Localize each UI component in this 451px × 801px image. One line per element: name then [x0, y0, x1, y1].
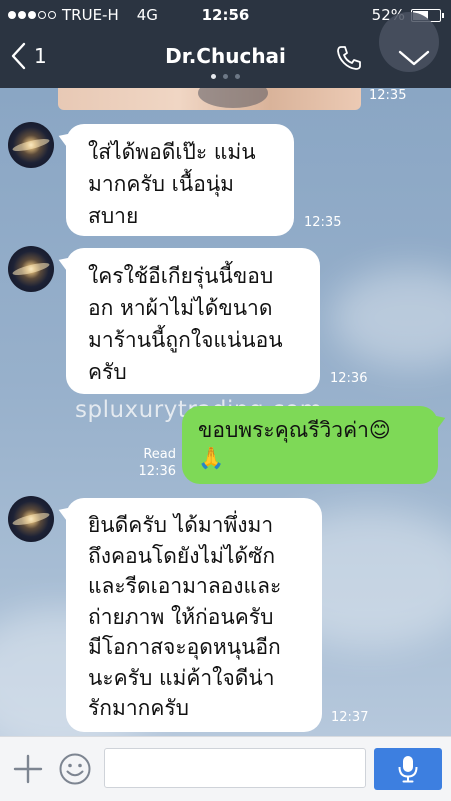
message-text: ถึงคอนโดยังไม่ได้ซัก [88, 543, 276, 568]
call-button[interactable] [335, 44, 363, 76]
avatar[interactable] [8, 246, 54, 292]
image-message-thumbnail[interactable] [58, 88, 361, 110]
message-bubble[interactable]: ยินดีครับ ได้มาพึ่งมา ถึงคอนโดยังไม่ได้ซ… [66, 498, 322, 732]
emoji-icon [59, 753, 91, 785]
microphone-icon [398, 756, 418, 783]
message-bubble[interactable]: ใครใช้อีเกียรุ่นนี้ขอบ อก หาผ้าไม่ได้ขนา… [66, 248, 320, 394]
message-text: นะครับ แม่ค้าใจดีน่า [88, 665, 275, 690]
chat-header: 1 Dr.Chuchai [0, 12, 451, 88]
avatar[interactable] [8, 122, 54, 168]
message-text: สบาย [88, 204, 139, 228]
avatar[interactable] [8, 496, 54, 542]
read-label: Read [143, 447, 176, 462]
message-text: ยินดีครับ ได้มาพึ่งมา [88, 513, 274, 537]
message-input-bar [0, 736, 451, 801]
menu-toggle-button[interactable] [397, 48, 431, 72]
message-text: ถ่ายภาพ ให้ก่อนครับ [88, 604, 274, 629]
chat-area[interactable]: 12:35 ใส่ได้พอดีเป๊ะ แม่น มากครับ เนื้อน… [0, 88, 451, 736]
message-text: ใส่ได้พอดีเป๊ะ แม่น [88, 140, 256, 164]
page-dot [211, 74, 216, 79]
message-text: และรีดเอามาลองและ [88, 574, 282, 598]
voice-message-button[interactable] [374, 748, 442, 790]
message-time: 12:36 [330, 371, 368, 386]
message-text: อก หาผ้าไม่ได้ขนาด [88, 296, 273, 320]
read-receipt: Read 12:36 [130, 446, 176, 480]
message-text: มีโอกาสจะอุดหนุนอีก [88, 635, 281, 659]
plus-icon [13, 754, 43, 784]
message-time: 12:37 [331, 710, 369, 725]
message-bubble-outgoing[interactable]: ขอบพระคุณรีวิวค่า😊 🙏 [182, 406, 438, 484]
message-text: ขอบพระคุณรีวิวค่า😊 [198, 418, 391, 442]
page-dot [235, 74, 240, 79]
message-text: มาร้านนี้ถูกใจแน่นอน [88, 328, 283, 352]
message-text: ใครใช้อีเกียรุ่นนี้ขอบ [88, 264, 274, 288]
message-bubble[interactable]: ใส่ได้พอดีเป๊ะ แม่น มากครับ เนื้อนุ่ม สบ… [66, 124, 294, 236]
message-time: 12:35 [369, 88, 407, 103]
background-cloud [330, 268, 451, 368]
message-text: มากครับ เนื้อนุ่ม [88, 172, 235, 196]
phone-icon [337, 46, 361, 70]
page-dot [223, 74, 228, 79]
attach-button[interactable] [12, 753, 44, 789]
message-input[interactable] [104, 748, 366, 788]
message-time: 12:36 [138, 464, 176, 479]
message-text: 🙏 [198, 446, 225, 470]
message-text: ครับ [88, 360, 127, 384]
sticker-button[interactable] [58, 752, 92, 790]
message-text: รักมากครับ [88, 696, 190, 720]
page-indicator [0, 74, 451, 79]
chevron-down-icon [398, 50, 430, 66]
message-time: 12:35 [304, 215, 342, 230]
